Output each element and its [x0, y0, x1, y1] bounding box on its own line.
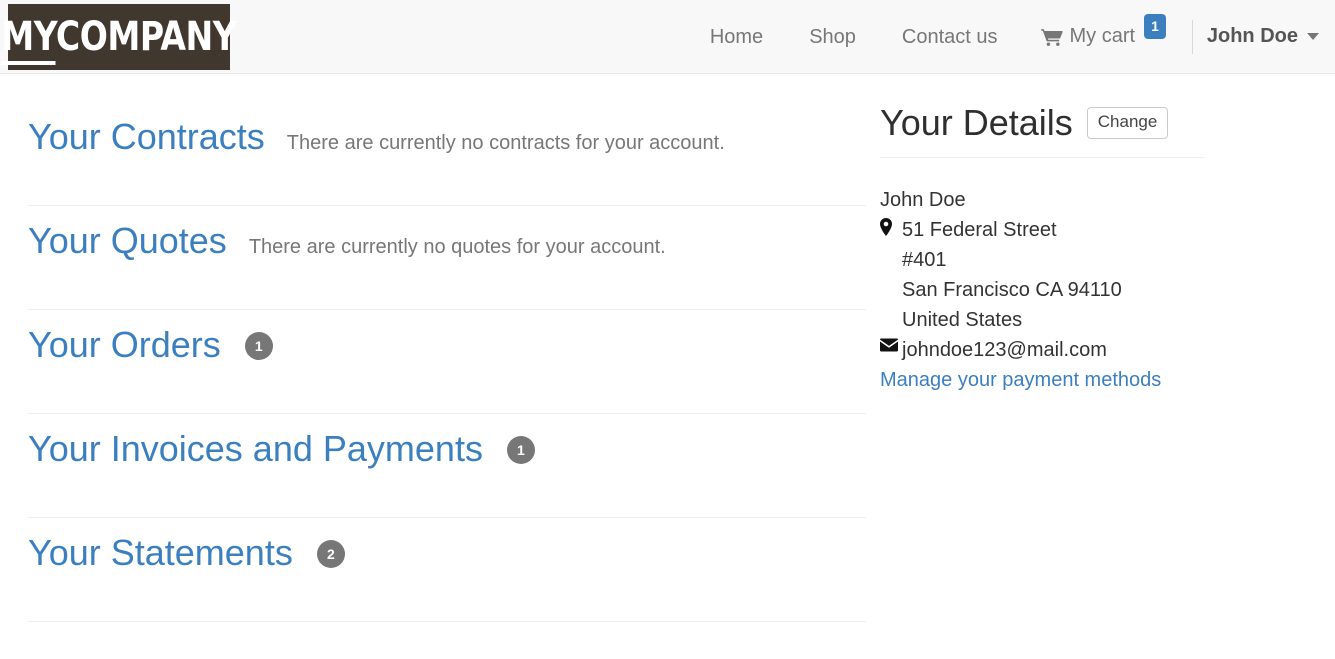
detail-unit: #401 — [902, 249, 947, 272]
detail-country: United States — [902, 309, 1023, 332]
chevron-down-icon — [1307, 33, 1319, 40]
nav-menu: Home Shop Contact us My cart 1 John Doe — [687, 0, 1335, 73]
section-your-orders: Your Orders 1 — [28, 310, 866, 414]
change-details-button[interactable]: Change — [1086, 106, 1169, 139]
nav-item-contact-us[interactable]: Contact us — [879, 0, 1021, 74]
detail-email-line: johndoe123@mail.com — [880, 335, 1335, 365]
badge-your-invoices-and-payments: 1 — [506, 436, 535, 464]
user-account-dropdown[interactable]: John Doe — [1207, 25, 1319, 48]
shopping-cart-icon — [1040, 28, 1063, 46]
section-your-quotes: Your Quotes There are currently no quote… — [28, 206, 866, 310]
user-account-label: John Doe — [1206, 25, 1298, 47]
brand-logo-suffix: COMPANY — [56, 13, 237, 60]
cart-count-badge: 1 — [1144, 14, 1166, 39]
account-sections-column: Your Contracts There are currently no co… — [0, 74, 880, 622]
badge-your-orders: 1 — [244, 332, 273, 360]
detail-customer-name: John Doe — [880, 189, 966, 212]
badge-your-statements: 2 — [316, 540, 345, 568]
your-details-title: Your Details — [880, 102, 1073, 143]
link-your-orders[interactable]: Your Orders — [28, 324, 221, 365]
my-cart-button[interactable]: My cart 1 — [1021, 14, 1182, 49]
nav-divider — [1191, 19, 1193, 54]
section-your-contracts: Your Contracts There are currently no co… — [28, 102, 866, 206]
link-your-quotes[interactable]: Your Quotes — [28, 220, 227, 261]
your-details-column: Your Details Change John Doe 51 Federal … — [880, 74, 1335, 622]
section-your-invoices-and-payments: Your Invoices and Payments 1 — [28, 414, 866, 518]
brand-logo-text: MYCOMPANY — [1, 13, 237, 65]
manage-payment-methods-link[interactable]: Manage your payment methods — [880, 365, 1161, 395]
detail-street: 51 Federal Street — [902, 219, 1057, 242]
nav-item-home[interactable]: Home — [687, 0, 786, 74]
envelope-icon — [880, 335, 902, 352]
my-cart-label: My cart — [1069, 25, 1136, 47]
detail-country-line: United States — [880, 305, 1335, 335]
page-container: Your Contracts There are currently no co… — [0, 74, 1335, 622]
link-your-statements[interactable]: Your Statements — [28, 532, 293, 573]
detail-city-state-zip: San Francisco CA 94110 — [902, 279, 1122, 302]
top-navbar: MYCOMPANY Home Shop Contact us My cart 1… — [0, 0, 1335, 74]
nav-item-shop[interactable]: Shop — [786, 0, 879, 74]
link-your-invoices-and-payments[interactable]: Your Invoices and Payments — [28, 428, 483, 469]
brand-logo[interactable]: MYCOMPANY — [1, 3, 237, 70]
section-your-statements: Your Statements 2 — [28, 518, 866, 622]
link-your-contracts[interactable]: Your Contracts — [28, 116, 265, 157]
note-your-contracts: There are currently no contracts for you… — [286, 132, 725, 154]
detail-email: johndoe123@mail.com — [902, 339, 1107, 362]
your-details-body: John Doe 51 Federal Street #401 San Fran… — [880, 158, 1335, 395]
brand-logo-prefix: MY — [1, 13, 57, 65]
detail-street-line: 51 Federal Street — [880, 215, 1335, 245]
detail-name-line: John Doe — [880, 185, 1335, 215]
your-details-header: Your Details Change — [880, 102, 1205, 159]
note-your-quotes: There are currently no quotes for your a… — [248, 236, 666, 258]
detail-city-state-zip-line: San Francisco CA 94110 — [880, 275, 1335, 305]
map-pin-icon — [880, 215, 902, 237]
detail-unit-line: #401 — [880, 245, 1335, 275]
